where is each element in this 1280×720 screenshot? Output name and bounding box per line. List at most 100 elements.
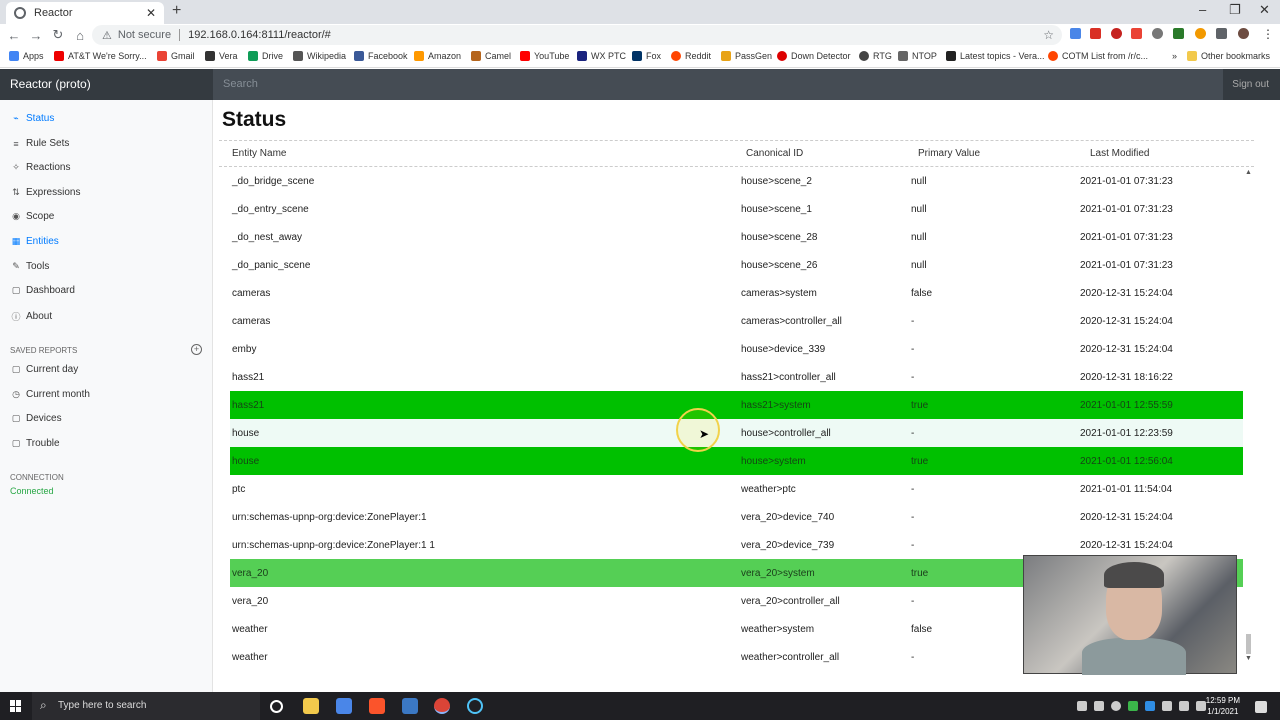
sidebar-item-reactions[interactable]: ✧ Reactions — [10, 162, 70, 173]
microphone-icon[interactable] — [1094, 701, 1104, 711]
table-row[interactable]: _do_bridge_scene house>scene_2 null 2021-01… — [230, 167, 1243, 195]
table-row[interactable]: hass21 hass21>controller_all - 2020-12-31 1… — [230, 363, 1243, 391]
bookmark-wikipedia[interactable]: Wikipedia — [293, 51, 346, 61]
keyboard-icon[interactable] — [1196, 701, 1206, 711]
search-input[interactable]: Search — [213, 69, 1223, 100]
sidebar-item-dashboard[interactable]: ▢ Dashboard — [10, 285, 75, 296]
table-row[interactable]: hass21 hass21>system true 2021-01-01 12:55:… — [230, 391, 1243, 419]
bookmarks-overflow-icon[interactable]: » — [1172, 51, 1177, 61]
notifications-icon[interactable] — [1255, 701, 1267, 713]
bookmark-rtg[interactable]: RTG — [859, 51, 892, 61]
bookmark-ntop[interactable]: NTOP — [898, 51, 937, 61]
bookmark-gmail[interactable]: Gmail — [157, 51, 195, 61]
windows-start-icon[interactable] — [10, 700, 22, 712]
extension-icon[interactable] — [1090, 28, 1101, 39]
recorder-icon[interactable] — [467, 698, 483, 714]
bookmark-amazon[interactable]: Amazon — [414, 51, 461, 61]
bookmark-apps[interactable]: Apps — [9, 51, 44, 61]
report-current-day[interactable]: ▢ Current day — [10, 364, 79, 375]
cortana-icon[interactable] — [270, 700, 283, 713]
sidebar-item-expressions[interactable]: ⇅ Expressions — [10, 187, 80, 198]
taskbar-search-input[interactable]: ⌕ Type here to search — [32, 692, 260, 720]
chrome-icon[interactable] — [434, 698, 450, 714]
sidebar-item-about[interactable]: ⓘ About — [10, 310, 52, 323]
extension-icon[interactable] — [1152, 28, 1163, 39]
bookmark-att[interactable]: AT&T We're Sorry... — [54, 51, 147, 61]
sidebar-item-status[interactable]: ⌁ Status — [10, 113, 54, 124]
table-row[interactable]: cameras cameras>system false 2020-12-31 15:… — [230, 279, 1243, 307]
app-brand[interactable]: Reactor (proto) — [10, 77, 91, 91]
table-row[interactable]: _do_nest_away house>scene_28 null 2021-01-0… — [230, 223, 1243, 251]
brave-icon[interactable] — [369, 698, 385, 714]
extension-icon[interactable] — [1195, 28, 1206, 39]
tab-close-icon[interactable]: ✕ — [146, 6, 156, 20]
new-tab-icon[interactable]: + — [172, 2, 181, 20]
scroll-thumb[interactable] — [1246, 634, 1251, 654]
scroll-up-icon[interactable]: ▲ — [1245, 169, 1252, 176]
tray-icon[interactable] — [1145, 701, 1155, 711]
sidebar-item-entities[interactable]: ▦ Entities — [10, 236, 59, 247]
extension-icon[interactable] — [1111, 28, 1122, 39]
menu-dots-icon[interactable]: ⋮ — [1262, 27, 1274, 41]
profile-avatar[interactable] — [1238, 28, 1249, 39]
extension-icon[interactable] — [1173, 28, 1184, 39]
puzzle-icon[interactable] — [1216, 28, 1227, 39]
tray-icon[interactable] — [1077, 701, 1087, 711]
bookmark-reddit[interactable]: Reddit — [671, 51, 711, 61]
tray-icon[interactable] — [1111, 701, 1121, 711]
bookmark-vera[interactable]: Vera — [205, 51, 238, 61]
bookmark-youtube[interactable]: YouTube — [520, 51, 569, 61]
column-header-canonical-id[interactable]: Canonical ID — [746, 148, 803, 159]
bookmark-latest-topics[interactable]: Latest topics - Vera... — [946, 51, 1045, 61]
column-header-entity-name[interactable]: Entity Name — [232, 148, 286, 159]
minimize-icon[interactable]: – — [1199, 2, 1206, 17]
report-current-month[interactable]: ◷ Current month — [10, 389, 90, 400]
file-explorer-icon[interactable] — [303, 698, 319, 714]
bookmark-wx-ptc[interactable]: WX PTC — [577, 51, 626, 61]
table-row[interactable]: urn:schemas-upnp-org:device:ZonePlayer:1… — [230, 503, 1243, 531]
reload-icon[interactable]: ↻ — [47, 27, 69, 43]
scroll-down-icon[interactable]: ▼ — [1245, 655, 1252, 662]
bookmark-fox[interactable]: Fox — [632, 51, 661, 61]
back-icon[interactable]: ← — [3, 28, 25, 43]
forward-icon[interactable]: → — [25, 28, 47, 43]
bookmark-camel[interactable]: Camel — [471, 51, 511, 61]
table-row[interactable]: _do_entry_scene house>scene_1 null 2021-01-… — [230, 195, 1243, 223]
window-close-icon[interactable]: ✕ — [1259, 2, 1270, 18]
bookmark-passgen[interactable]: PassGen — [721, 51, 772, 61]
network-app-icon[interactable] — [336, 698, 352, 714]
bookmark-star-icon[interactable]: ☆ — [1043, 28, 1054, 42]
report-trouble[interactable]: ▢ Trouble — [10, 438, 60, 449]
calculator-icon[interactable] — [402, 698, 418, 714]
table-row[interactable]: _do_panic_scene house>scene_26 null 2021-01… — [230, 251, 1243, 279]
extension-icon[interactable] — [1131, 28, 1142, 39]
add-report-icon[interactable]: + — [191, 344, 202, 355]
extension-icon[interactable] — [1070, 28, 1081, 39]
bookmark-other[interactable]: Other bookmarks — [1186, 51, 1270, 61]
bookmark-cotm[interactable]: COTM List from /r/c... — [1048, 51, 1148, 61]
address-bar[interactable]: ⚠ Not secure 192.168.0.164:8111/reactor/… — [92, 25, 1062, 45]
bookmark-drive[interactable]: Drive — [248, 51, 283, 61]
bookmark-down-detector[interactable]: Down Detector — [777, 51, 851, 61]
table-row[interactable]: emby house>device_339 - 2020-12-31 15:24:04 — [230, 335, 1243, 363]
sidebar-item-scope[interactable]: ◉ Scope — [10, 211, 54, 222]
table-row[interactable]: ptc weather>ptc - 2021-01-01 11:54:04 — [230, 475, 1243, 503]
column-header-last-modified[interactable]: Last Modified — [1090, 148, 1149, 159]
bookmark-facebook[interactable]: Facebook — [354, 51, 408, 61]
report-devices[interactable]: ▢ Devices — [10, 413, 62, 424]
browser-tab[interactable]: Reactor ✕ — [6, 2, 164, 24]
home-icon[interactable]: ⌂ — [69, 28, 91, 43]
volume-icon[interactable] — [1179, 701, 1189, 711]
table-row[interactable]: house house>system true 2021-01-01 12:56:04 — [230, 447, 1243, 475]
column-header-primary-value[interactable]: Primary Value — [918, 148, 980, 159]
network-icon[interactable] — [1162, 701, 1172, 711]
table-row[interactable]: cameras cameras>controller_all - 2020-12-31… — [230, 307, 1243, 335]
table-scrollbar[interactable]: ▲ ▼ — [1243, 167, 1254, 664]
sign-out-link[interactable]: Sign out — [1232, 79, 1269, 90]
table-row[interactable]: house house>controller_all - 2021-01-01 12:… — [230, 419, 1243, 447]
sidebar-item-tools[interactable]: ✎ Tools — [10, 261, 49, 272]
sidebar-item-rule-sets[interactable]: ≡ Rule Sets — [10, 138, 69, 149]
tray-icon[interactable] — [1128, 701, 1138, 711]
taskbar-clock[interactable]: 12:59 PM 1/1/2021 — [1206, 695, 1240, 717]
restore-icon[interactable]: ❐ — [1229, 2, 1241, 18]
